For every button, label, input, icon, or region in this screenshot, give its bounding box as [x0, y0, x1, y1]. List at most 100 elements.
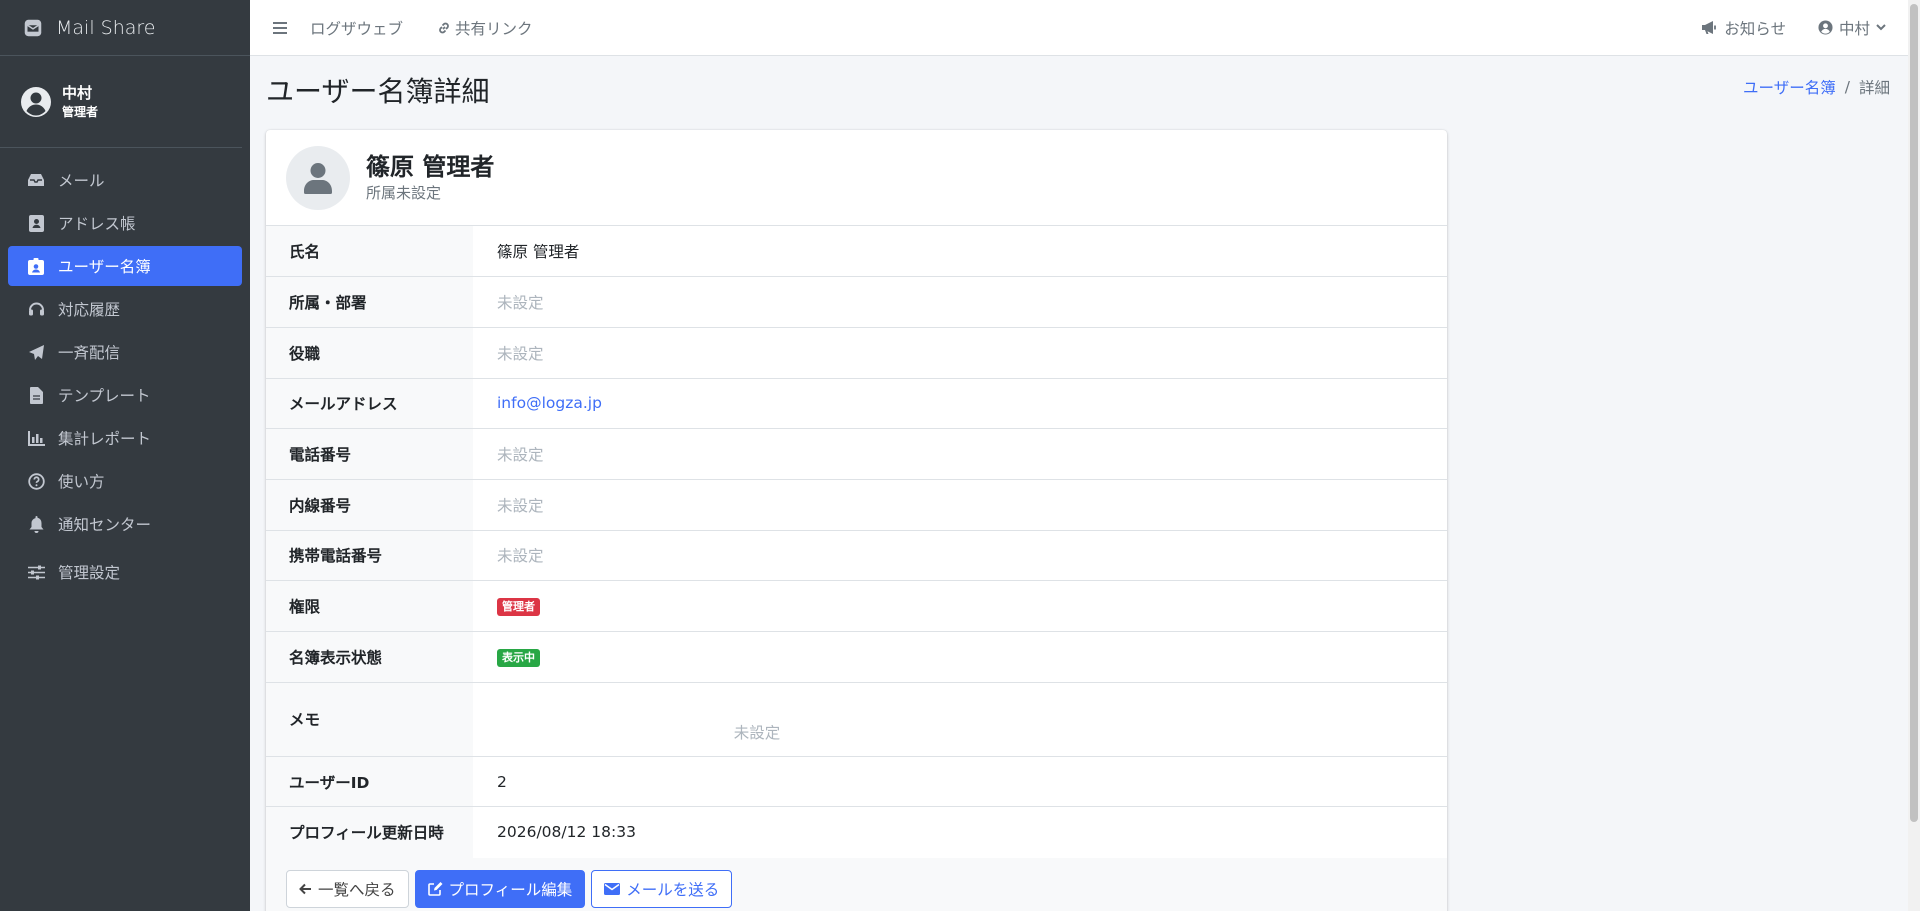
table-row: 名簿表示状態 表示中	[266, 631, 1447, 683]
user-circle-icon	[21, 86, 51, 117]
sidebar-item-label: アドレス帳	[58, 215, 136, 233]
row-value-cell: 未設定	[473, 682, 1447, 756]
profile-name: 篠原 管理者	[366, 152, 495, 181]
sidebar-item-label: 管理設定	[58, 564, 121, 582]
row-value: 篠原 管理者	[497, 243, 580, 262]
table-row: 氏名 篠原 管理者	[266, 226, 1447, 277]
arrow-left-icon	[299, 883, 311, 894]
paper-plane-icon	[26, 343, 46, 361]
sidebar-item-reports[interactable]: 集計レポート	[8, 418, 242, 458]
table-row: メールアドレス info@logza.jp	[266, 378, 1447, 429]
row-label: 役職	[266, 327, 473, 379]
sidebar-item-label: 通知センター	[58, 516, 152, 534]
chevron-down-icon	[1876, 24, 1886, 31]
question-circle-icon	[26, 472, 46, 490]
notifications-label: お知らせ	[1724, 19, 1786, 38]
row-value-cell: 管理者	[473, 581, 1447, 632]
edit-button-label: プロフィール編集	[448, 880, 573, 899]
logzaweb-link[interactable]: ログザウェブ	[310, 17, 403, 39]
sidebar-item-admin-settings[interactable]: 管理設定	[8, 552, 242, 592]
profile-card: 篠原 管理者 所属未設定 氏名 篠原 管理者 所属・部署 未設定 役職 未設定 …	[266, 130, 1447, 911]
table-row: 役職 未設定	[266, 327, 1447, 379]
row-label: 氏名	[266, 226, 473, 277]
email-link[interactable]: info@logza.jp	[497, 394, 602, 412]
top-navbar: ログザウェブ 共有リンク お知らせ 中村	[250, 0, 1908, 56]
page-title: ユーザー名簿詳細	[266, 75, 490, 108]
row-value: 未設定	[497, 496, 544, 515]
table-row: 内線番号 未設定	[266, 479, 1447, 531]
envelope-icon	[604, 882, 621, 895]
profile-header: 篠原 管理者 所属未設定	[266, 130, 1447, 226]
notifications-button[interactable]: お知らせ	[1701, 17, 1786, 39]
sidebar-item-mail[interactable]: メール	[8, 160, 242, 200]
role-badge: 管理者	[497, 598, 540, 617]
shared-link[interactable]: 共有リンク	[437, 17, 533, 39]
sidebar-item-notifications[interactable]: 通知センター	[8, 504, 242, 544]
back-button-label: 一覧へ戻る	[318, 880, 396, 899]
inbox-icon	[26, 171, 46, 189]
user-menu-dropdown[interactable]: 中村	[1818, 17, 1886, 39]
id-badge-icon	[26, 257, 46, 275]
sidebar-user-name: 中村	[62, 83, 93, 102]
profile-department: 所属未設定	[366, 183, 442, 202]
table-row: プロフィール更新日時 2026/08/12 18:33	[266, 806, 1447, 858]
table-row: 所属・部署 未設定	[266, 276, 1447, 328]
file-icon	[26, 386, 46, 404]
profile-avatar	[286, 145, 350, 210]
page-scrollbar[interactable]	[1908, 0, 1920, 911]
megaphone-icon	[1702, 21, 1717, 34]
sidebar-item-label: テンプレート	[58, 387, 151, 405]
breadcrumb-user-directory[interactable]: ユーザー名簿	[1743, 76, 1836, 98]
address-book-icon	[26, 214, 46, 232]
row-label: 名簿表示状態	[266, 631, 473, 683]
edit-icon	[427, 882, 443, 896]
topbar-right: お知らせ 中村	[1669, 17, 1908, 39]
table-row: 電話番号 未設定	[266, 428, 1447, 480]
row-label: プロフィール更新日時	[266, 806, 473, 858]
table-row: 権限 管理者	[266, 580, 1447, 632]
row-label: 内線番号	[266, 479, 473, 531]
breadcrumb-current: 詳細	[1858, 79, 1890, 97]
edit-profile-button[interactable]: プロフィール編集	[414, 869, 586, 908]
headset-icon	[26, 300, 46, 318]
sidebar-item-user-directory[interactable]: ユーザー名簿	[8, 246, 242, 286]
send-mail-button[interactable]: メールを送る	[591, 869, 733, 908]
bar-chart-icon	[26, 429, 46, 447]
brand-link[interactable]: Mail Share	[0, 0, 250, 56]
row-value: 未設定	[497, 294, 544, 313]
user-panel[interactable]: 中村 管理者	[0, 56, 242, 148]
shared-link-label: 共有リンク	[455, 19, 533, 38]
scrollbar-thumb[interactable]	[1910, 4, 1918, 822]
sidebar-item-label: ユーザー名簿	[58, 258, 151, 276]
sidebar-nav: メール アドレス帳 ユーザー名簿 対応履歴 一斉配信 テンプレート 集計レポート	[0, 148, 250, 592]
row-value: 未設定	[497, 344, 544, 363]
user-circle-icon	[1818, 20, 1833, 35]
menu-toggle-icon[interactable]	[250, 21, 310, 35]
sidebar-user-role: 管理者	[62, 104, 99, 119]
sidebar-item-history[interactable]: 対応履歴	[8, 289, 242, 329]
sidebar-item-address-book[interactable]: アドレス帳	[8, 203, 242, 243]
breadcrumb: ユーザー名簿 / 詳細	[1743, 76, 1890, 98]
row-value: 2026/08/12 18:33	[497, 823, 636, 842]
mail-share-logo-icon	[24, 19, 42, 36]
sidebar-item-label: 一斉配信	[58, 344, 121, 362]
breadcrumb-separator: /	[1844, 78, 1850, 96]
app-name: Mail Share	[56, 16, 156, 39]
user-icon	[304, 162, 332, 194]
sidebar-item-help[interactable]: 使い方	[8, 461, 242, 501]
row-value-cell: 表示中	[473, 632, 1447, 683]
profile-details-table: 氏名 篠原 管理者 所属・部署 未設定 役職 未設定 メールアドレス info@…	[266, 226, 1447, 858]
sidebar-item-broadcast[interactable]: 一斉配信	[8, 332, 242, 372]
sidebar: Mail Share 中村 管理者 メール アドレス帳 ユーザー名簿 対応履歴 …	[0, 0, 250, 911]
card-footer: 一覧へ戻る プロフィール編集 メールを送る	[266, 857, 1447, 911]
table-row: ユーザーID 2	[266, 756, 1447, 807]
row-value: 未設定	[497, 547, 544, 566]
sidebar-item-label: 使い方	[58, 473, 105, 491]
memo-value: 未設定	[733, 724, 781, 743]
back-to-list-button[interactable]: 一覧へ戻る	[286, 869, 409, 908]
sidebar-item-templates[interactable]: テンプレート	[8, 375, 242, 415]
visibility-badge: 表示中	[497, 648, 540, 667]
row-label: 電話番号	[266, 428, 473, 480]
row-label: ユーザーID	[266, 756, 473, 807]
row-label: メモ	[266, 682, 473, 757]
